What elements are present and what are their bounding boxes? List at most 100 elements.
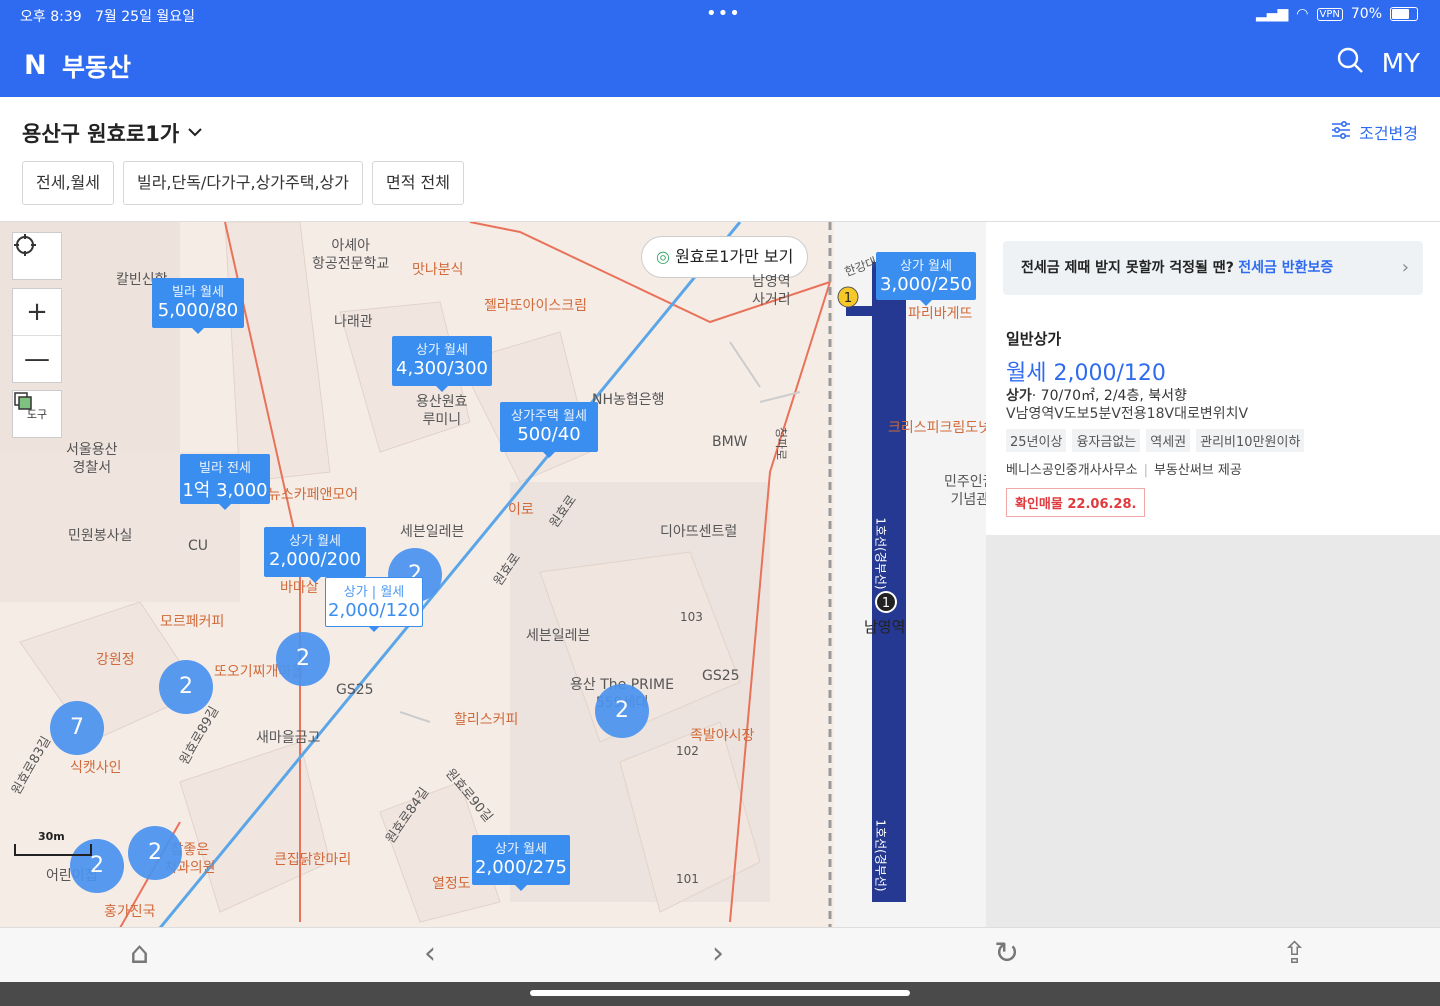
listing-marker-price: 5,000/80 [157, 300, 239, 321]
place-label: 파리바게뜨 [908, 306, 973, 322]
listing-spec: 상가· 70/70㎡, 2/4층, 북서향 [1006, 385, 1187, 405]
status-bar: 오후 8:39 7월 25일 월요일 ••• ▂▄▆ ◠ VPN 70% [0, 0, 1440, 30]
map-scale-label: 30m [38, 830, 65, 843]
browser-toolbar: ⌂ ‹ › ↻ ⇪ [0, 927, 1440, 983]
tool-cell: 도구 [13, 391, 61, 437]
condition-change-label: 조건변경 [1359, 124, 1418, 143]
layers-icon [14, 392, 32, 410]
chevron-right-icon: › [1401, 257, 1409, 278]
listing-tags: 25년이상 융자금없는 역세권 관리비10만원이하 [1006, 429, 1305, 452]
listing-spec-detail: · 70/70㎡, 2/4층, 북서향 [1031, 388, 1187, 404]
search-icon[interactable] [1336, 46, 1364, 81]
cluster-marker[interactable]: 2 [159, 660, 213, 714]
wifi-icon: ◠ [1296, 6, 1309, 22]
listing-card[interactable]: 전세금 제때 받지 못할까 걱정될 땐? 전세금 반환보증 › 일반상가 월세 … [986, 222, 1440, 535]
crosshair-icon [13, 233, 61, 279]
listing-marker-price: 2,000/120 [328, 600, 420, 621]
listing-marker-price: 3,000/250 [880, 274, 972, 295]
signal-icon: ▂▄▆ [1255, 6, 1289, 22]
listing-marker-type: 빌라 월세 [172, 285, 224, 300]
listing-tag: 융자금없는 [1072, 429, 1141, 452]
listing-marker-selected[interactable]: 상가 | 월세 2,000/120 [325, 577, 423, 632]
banner-link[interactable]: 전세금 반환보증 [1238, 260, 1333, 276]
share-icon[interactable]: ⇪ [1282, 936, 1307, 971]
filter-sliders-icon [1331, 120, 1351, 143]
listing-description: V남영역V도보5분V전용18V대로변위치V [1006, 406, 1249, 422]
listing-marker[interactable]: 빌라 전세 1억 3,000 [180, 454, 270, 510]
place-label: 열정도 [432, 876, 471, 892]
place-label: 할리스커피 [454, 712, 519, 728]
listing-marker-price: 2,000/275 [475, 857, 567, 878]
zoom-in-button[interactable]: + [13, 289, 61, 336]
place-label: 세븐일레븐 [400, 524, 465, 540]
listing-marker[interactable]: 상가 월세 2,000/200 [264, 527, 366, 583]
place-label: 모르페커피 [160, 614, 225, 630]
place-label: 용산원효 루미니 [416, 394, 468, 428]
cluster-marker[interactable]: 7 [50, 701, 104, 755]
cluster-marker[interactable]: 2 [276, 632, 330, 686]
map-scale: 30m [14, 830, 92, 856]
battery-icon [1390, 7, 1418, 21]
station-name[interactable]: 남영역 [864, 618, 905, 637]
home-indicator-area [0, 982, 1440, 1006]
app-logo[interactable]: N 부동산 [24, 48, 131, 84]
listing-marker[interactable]: 상가 월세 4,300/300 [392, 336, 492, 392]
filter-chip-area[interactable]: 면적 전체 [371, 161, 464, 205]
my-button[interactable]: MY [1382, 49, 1420, 79]
listing-marker-type: 상가 월세 [900, 259, 952, 274]
filter-chip-property-type[interactable]: 빌라,단독/다가구,상가주택,상가 [122, 161, 363, 205]
zoom-out-button[interactable]: — [13, 336, 61, 382]
place-label: 세븐일레븐 [526, 628, 591, 644]
listing-marker-price: 4,300/300 [396, 358, 488, 379]
my-location-control[interactable] [12, 232, 62, 280]
status-time: 오후 8:39 [20, 9, 82, 25]
cluster-marker[interactable]: 2 [595, 684, 649, 738]
listing-tag: 관리비10만원이하 [1196, 429, 1305, 452]
condition-change-button[interactable]: 조건변경 [1331, 120, 1418, 144]
location-selector[interactable]: 용산구 원효로1가 [22, 118, 203, 148]
place-label: 민주인권 기념관 [944, 474, 986, 508]
place-label: 남영역 사거리 [752, 274, 791, 308]
naver-logo-icon: N [24, 50, 47, 81]
listing-marker[interactable]: 빌라 월세 5,000/80 [152, 278, 244, 334]
status-right: ▂▄▆ ◠ VPN 70% [1256, 6, 1418, 22]
deposit-guarantee-banner[interactable]: 전세금 제때 받지 못할까 걱정될 땐? 전세금 반환보증 › [1003, 241, 1423, 295]
railway-label: 1호선(경부선) [873, 819, 888, 892]
place-label: 새마을금고 [256, 730, 321, 746]
listing-marker[interactable]: 상가 월세 2,000/275 [472, 835, 570, 891]
home-indicator[interactable] [530, 990, 910, 996]
listing-marker-type: 상가 | 월세 [343, 585, 405, 600]
map-view[interactable]: 1 1 + — 도구 ◎ 원효로1가만 보기 아셰아 항공전문학교 맛나분식 젤… [0, 221, 986, 928]
zoom-control: + — [12, 288, 62, 383]
status-date: 7월 25일 월요일 [95, 9, 196, 25]
multitask-dots[interactable]: ••• [706, 3, 741, 24]
cluster-marker[interactable]: 2 [128, 826, 182, 880]
building-number: 101 [676, 872, 699, 886]
provider: 부동산써브 제공 [1153, 463, 1242, 478]
listing-marker[interactable]: 상가 월세 3,000/250 [876, 252, 976, 306]
place-label: 이로 [508, 502, 534, 518]
listing-tag: 25년이상 [1006, 429, 1067, 452]
banner-text: 전세금 제때 받지 못할까 걱정될 땐? [1021, 260, 1234, 276]
listing-tag: 역세권 [1146, 429, 1191, 452]
reload-icon[interactable]: ↻ [994, 936, 1019, 971]
listing-marker[interactable]: 상가주택 월세 500/40 [500, 402, 598, 458]
home-icon[interactable]: ⌂ [130, 936, 149, 971]
place-label: GS25 [702, 668, 740, 684]
place-label: 아셰아 항공전문학교 [312, 238, 390, 272]
place-label: 디아뜨센트럴 [660, 524, 738, 540]
location-name: 용산구 원효로1가 [22, 122, 180, 146]
vpn-badge: VPN [1316, 7, 1343, 21]
forward-icon[interactable]: › [712, 936, 724, 971]
road-label: 청파로 [774, 426, 789, 461]
view-only-dong-button[interactable]: ◎ 원효로1가만 보기 [641, 236, 809, 278]
filter-chip-deal-type[interactable]: 전세,월세 [22, 161, 114, 205]
tool-button[interactable]: 도구 [12, 390, 62, 438]
place-label: 홍가진국 [104, 904, 156, 920]
view-only-label: 원효로1가만 보기 [675, 247, 794, 266]
building-number: 102 [676, 744, 699, 758]
status-datetime: 오후 8:39 7월 25일 월요일 [20, 6, 195, 26]
listing-marker-price: 2,000/200 [269, 549, 361, 570]
listing-marker-price: 1억 3,000 [182, 480, 268, 501]
back-icon[interactable]: ‹ [424, 936, 436, 971]
